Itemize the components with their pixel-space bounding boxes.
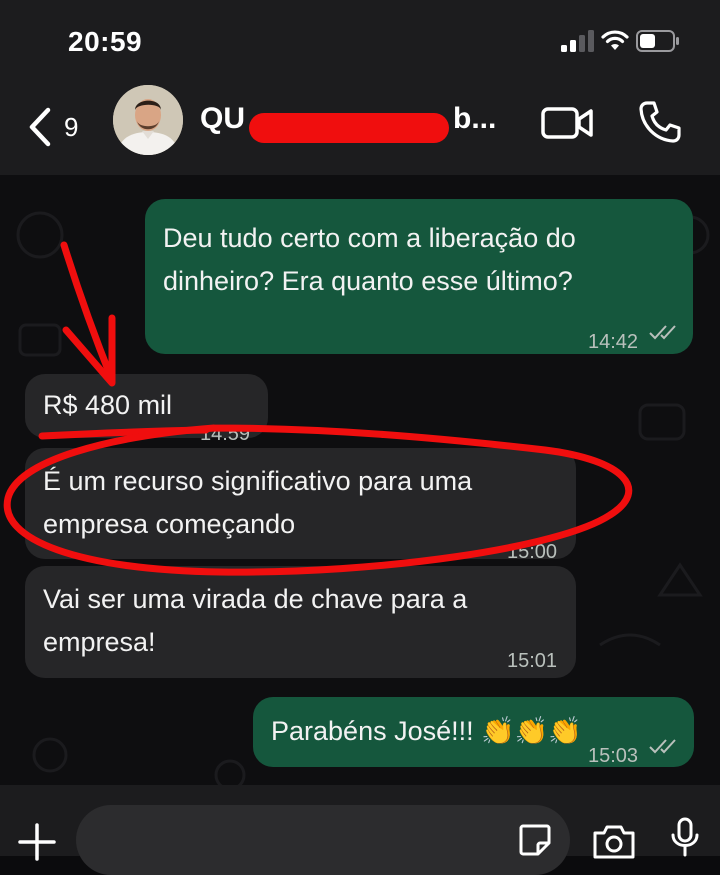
- message-time: 14:42: [588, 331, 639, 353]
- camera-icon: [593, 825, 635, 859]
- chat-header: 9 QU b...: [0, 80, 720, 175]
- read-receipt-icon: [649, 739, 676, 754]
- sticker-button[interactable]: [518, 823, 552, 857]
- message-bubble-outgoing[interactable]: Deu tudo certo com a liberação do dinhei…: [145, 199, 693, 354]
- cellular-signal-icon: [561, 30, 594, 52]
- contact-name[interactable]: QU b...: [200, 102, 496, 136]
- redaction-mark: [249, 113, 449, 143]
- video-camera-icon: [541, 107, 593, 139]
- message-time: 15:01: [507, 650, 558, 672]
- message-bubble-incoming[interactable]: R$ 480 mil 14:59: [25, 374, 268, 445]
- video-call-button[interactable]: [541, 105, 593, 141]
- contact-name-start: QU: [200, 102, 245, 135]
- camera-button[interactable]: [592, 823, 636, 859]
- contact-name-end: b...: [453, 102, 497, 135]
- back-button[interactable]: 9: [26, 104, 78, 150]
- input-bar: [0, 785, 720, 875]
- message-bubble-incoming[interactable]: Vai ser uma virada de chave para a empre…: [25, 566, 576, 678]
- message-bubble-incoming[interactable]: É um recurso significativo para uma empr…: [25, 448, 576, 563]
- status-time: 20:59: [68, 26, 143, 57]
- chevron-left-icon: [29, 107, 51, 147]
- message-text: Deu tudo certo com a liberação do dinhei…: [163, 217, 576, 303]
- message-text: Parabéns José!!! 👏👏👏: [271, 710, 582, 753]
- wifi-icon: [601, 30, 629, 50]
- avatar-photo: [113, 85, 183, 155]
- message-text: Vai ser uma virada de chave para a empre…: [43, 578, 467, 664]
- message-bubble-outgoing[interactable]: Parabéns José!!! 👏👏👏 15:03: [253, 697, 694, 767]
- avatar[interactable]: [113, 85, 183, 155]
- message-line: Deu tudo certo com a liberação do: [163, 223, 576, 253]
- battery-icon: [636, 30, 679, 52]
- message-text: É um recurso significativo para uma empr…: [43, 460, 472, 546]
- status-bar: 20:59: [0, 0, 720, 80]
- unread-count: 9: [64, 111, 79, 142]
- message-line: Parabéns José!!! 👏👏👏: [271, 716, 582, 746]
- message-time: 15:03: [588, 745, 639, 767]
- read-receipt-icon: [649, 325, 676, 340]
- microphone-icon: [671, 817, 699, 857]
- message-line: empresa começando: [43, 509, 296, 539]
- message-line: empresa!: [43, 627, 156, 657]
- sticker-icon: [519, 824, 551, 856]
- message-line: dinheiro? Era quanto esse último?: [163, 266, 573, 296]
- phone-icon: [639, 101, 681, 143]
- message-line: Vai ser uma virada de chave para a: [43, 584, 468, 614]
- chat-area[interactable]: Deu tudo certo com a liberação do dinhei…: [0, 175, 720, 785]
- attach-button[interactable]: [18, 823, 56, 861]
- microphone-button[interactable]: [670, 817, 700, 857]
- voice-call-button[interactable]: [638, 100, 682, 144]
- message-text: R$ 480 mil: [43, 384, 172, 427]
- message-line: R$ 480 mil: [43, 390, 173, 420]
- message-line: É um recurso significativo para uma: [43, 466, 473, 496]
- plus-icon: [18, 823, 56, 861]
- message-input[interactable]: [76, 805, 570, 875]
